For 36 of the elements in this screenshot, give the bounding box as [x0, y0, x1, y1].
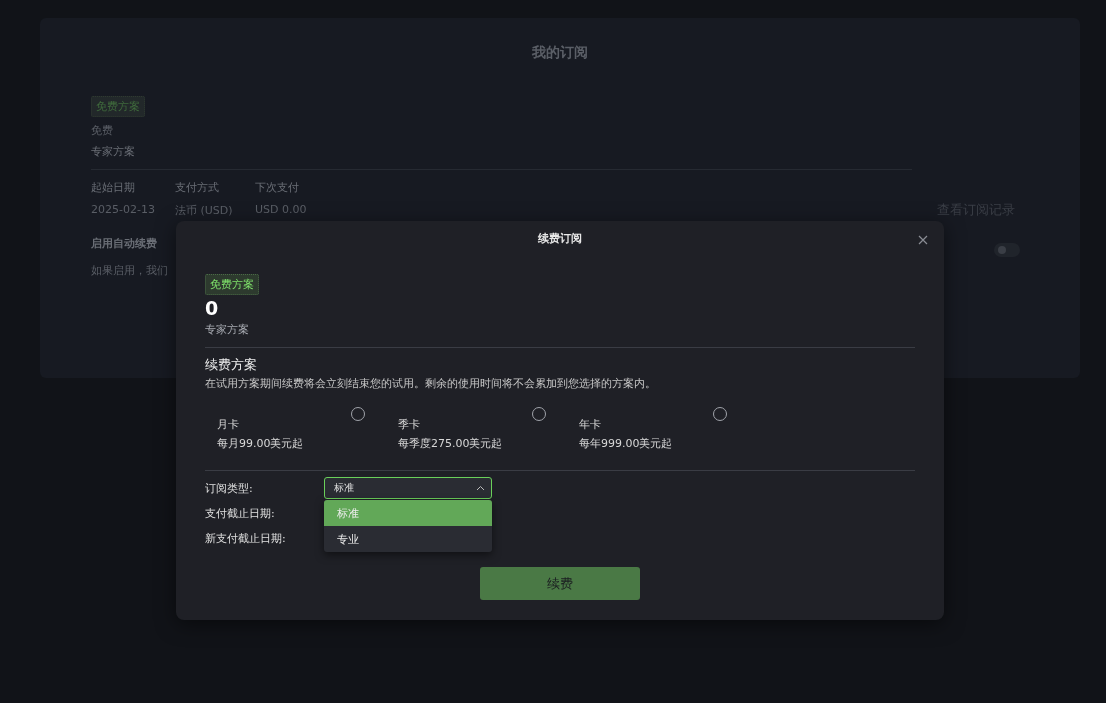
- auto-renew-toggle[interactable]: [994, 243, 1020, 257]
- subscription-type-select[interactable]: 标准: [324, 477, 492, 499]
- dialog-title: 续费订阅: [538, 231, 582, 246]
- plan-amount: 0: [205, 297, 220, 319]
- plan-option-name: 季卡: [398, 417, 421, 432]
- form-label: 新支付截止日期:: [205, 530, 287, 546]
- info-label: 起始日期: [91, 180, 135, 195]
- auto-renew-label: 启用自动续费: [91, 236, 157, 251]
- plan-option-name: 年卡: [579, 417, 602, 432]
- plan-option-price: 每年999.00美元起: [579, 436, 674, 451]
- plan-option[interactable]: 月卡 每月99.00美元起: [205, 405, 365, 451]
- info-label: 支付方式: [175, 180, 219, 195]
- info-value: 法币 (USD): [175, 203, 233, 218]
- plan-name: 专家方案: [91, 144, 135, 159]
- plan-option[interactable]: 年卡 每年999.00美元起: [567, 405, 727, 451]
- auto-renew-description: 如果启用，我们: [91, 263, 168, 278]
- form-label: 订阅类型:: [205, 480, 254, 496]
- caret-icon: [476, 485, 485, 491]
- plan-name: 专家方案: [205, 322, 250, 337]
- info-label: 下次支付: [255, 180, 299, 195]
- section-title: 续费方案: [205, 356, 258, 374]
- plan-option-price: 每月99.00美元起: [217, 436, 305, 451]
- plan-badge: 免费方案: [91, 96, 145, 117]
- plan-badge: 免费方案: [205, 274, 259, 295]
- plan-option[interactable]: 季卡 每季度275.00美元起: [386, 405, 546, 451]
- info-value: 2025-02-13: [91, 203, 155, 216]
- form-label: 支付截止日期:: [205, 505, 276, 521]
- info-value: USD 0.00: [255, 203, 307, 216]
- close-button[interactable]: [916, 233, 930, 247]
- page-title: 我的订阅: [532, 44, 588, 62]
- dropdown-option[interactable]: 专业: [324, 526, 492, 552]
- close-icon: [918, 235, 928, 245]
- plan-option-price: 每季度275.00美元起: [398, 436, 504, 451]
- section-note: 在试用方案期间续费将会立刻结束您的试用。剩余的使用时间将不会累加到您选择的方案内。: [205, 376, 657, 391]
- plan-option-name: 月卡: [217, 417, 240, 432]
- plan-price: 免费: [91, 123, 113, 138]
